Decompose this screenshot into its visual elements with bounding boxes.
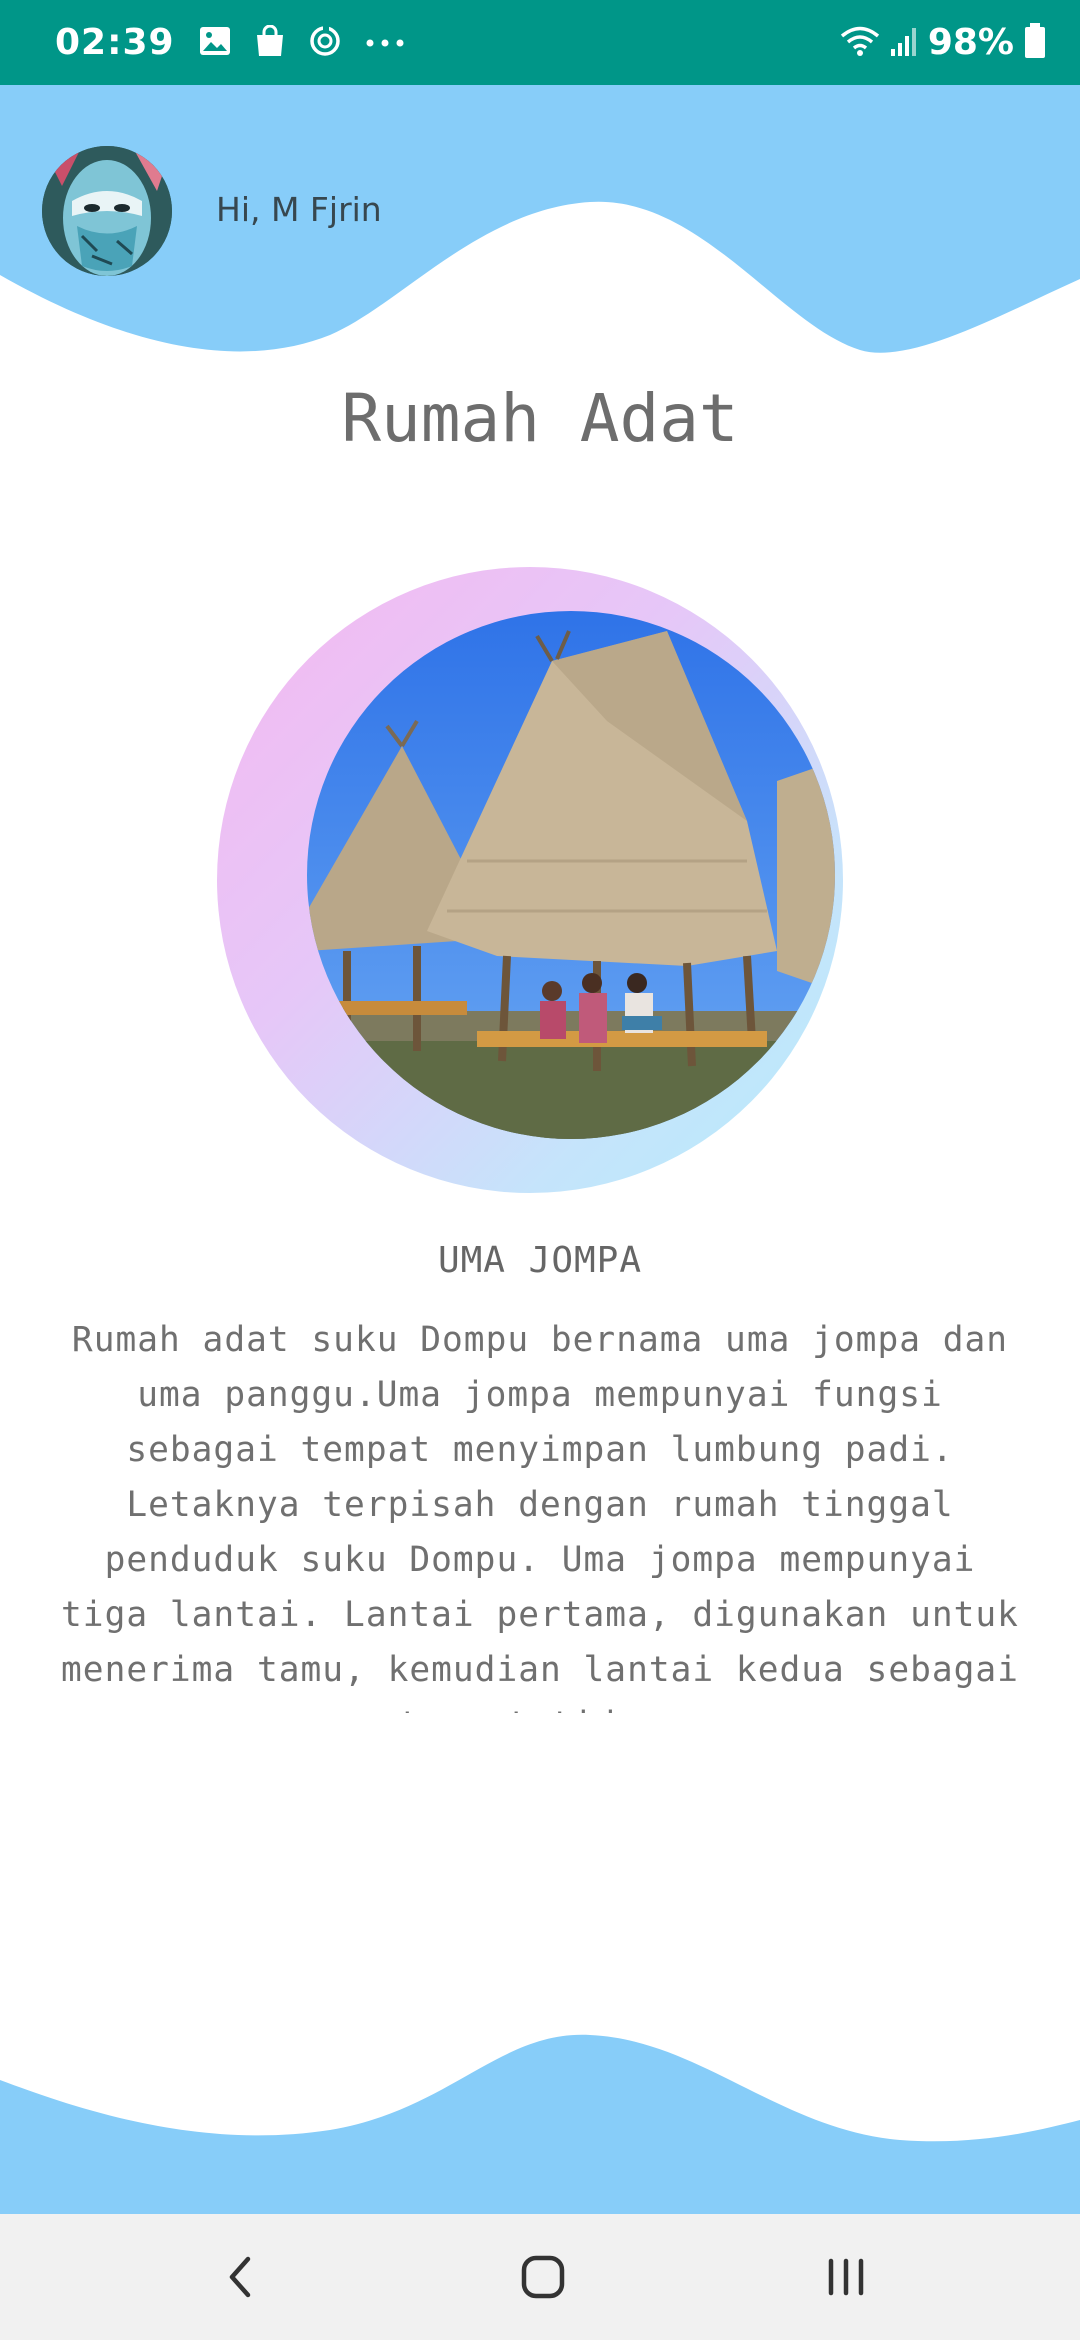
recent-apps-icon xyxy=(828,2258,864,2296)
home-button[interactable] xyxy=(483,2214,603,2340)
footer-wave xyxy=(0,2034,1080,2214)
house-description: Rumah adat suku Dompu bernama uma jompa … xyxy=(61,1320,1019,1713)
status-right: 98% xyxy=(840,0,1046,85)
wifi-icon xyxy=(840,25,880,61)
sync-icon xyxy=(309,25,341,61)
greeting-text: Hi, M Fjrin xyxy=(216,190,382,229)
status-bar: 02:39 98% xyxy=(0,0,1080,85)
avatar[interactable] xyxy=(42,146,172,276)
home-icon xyxy=(521,2255,565,2299)
back-icon xyxy=(229,2256,251,2298)
house-image-frame xyxy=(217,567,843,1193)
battery-percentage: 98% xyxy=(927,22,1014,63)
page-title: Rumah Adat xyxy=(341,380,739,457)
description-scroll[interactable]: Rumah adat suku Dompu bernama uma jompa … xyxy=(55,1313,1025,1713)
navigation-bar xyxy=(0,2214,1080,2340)
status-left: 02:39 xyxy=(55,0,405,85)
house-photo xyxy=(307,611,835,1139)
back-button[interactable] xyxy=(180,2214,300,2340)
signal-icon xyxy=(890,25,918,61)
house-name: UMA JOMPA xyxy=(437,1240,643,1281)
recent-apps-button[interactable] xyxy=(786,2214,906,2340)
battery-icon xyxy=(1024,22,1046,63)
shopping-bag-icon xyxy=(255,24,285,61)
more-dots-icon xyxy=(365,33,405,52)
status-time: 02:39 xyxy=(55,22,175,63)
image-icon xyxy=(199,26,231,60)
